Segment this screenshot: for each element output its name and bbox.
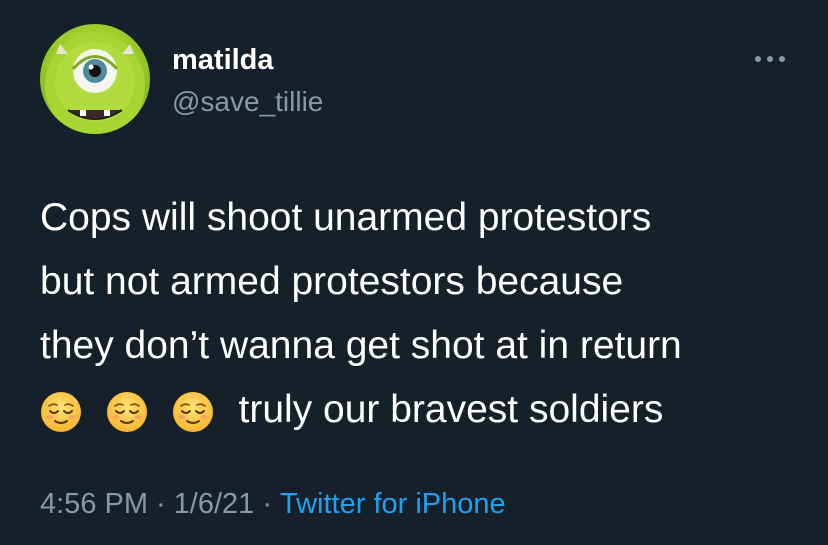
tweet-text-line: truly our bravest soldiers bbox=[40, 378, 800, 442]
tweet-source-link[interactable]: Twitter for iPhone bbox=[280, 488, 506, 520]
meta-separator: · bbox=[156, 488, 166, 520]
avatar[interactable] bbox=[40, 24, 150, 134]
tweet-date[interactable]: 1/6/21 bbox=[174, 488, 255, 520]
tweet-text: Cops will shoot unarmed protestors but n… bbox=[40, 186, 800, 442]
display-name[interactable]: matilda bbox=[172, 42, 274, 78]
tweet-time[interactable]: 4:56 PM bbox=[40, 488, 148, 520]
tweet-meta: 4:56 PM · 1/6/21 · Twitter for iPhone bbox=[40, 484, 506, 524]
tweet-text-emoji-line-text: truly our bravest soldiers bbox=[238, 388, 664, 431]
tweet-text-line: Cops will shoot unarmed protestors bbox=[40, 196, 652, 239]
relieved-face-emoji-icon bbox=[106, 391, 147, 432]
mike-wazowski-avatar-icon bbox=[45, 34, 145, 134]
tweet-card: matilda @save_tillie Cops will shoot una… bbox=[0, 0, 828, 545]
relieved-face-emoji-icon bbox=[172, 391, 213, 432]
relieved-face-emoji-icon bbox=[41, 391, 81, 432]
tweet-text-line: but not armed protestors because bbox=[40, 260, 624, 303]
user-handle[interactable]: @save_tillie bbox=[172, 85, 323, 119]
tweet-text-line: they don’t wanna get shot at in return bbox=[40, 324, 682, 367]
more-options-button[interactable] bbox=[752, 52, 788, 66]
more-options-icon bbox=[755, 56, 785, 62]
meta-separator: · bbox=[262, 488, 272, 520]
